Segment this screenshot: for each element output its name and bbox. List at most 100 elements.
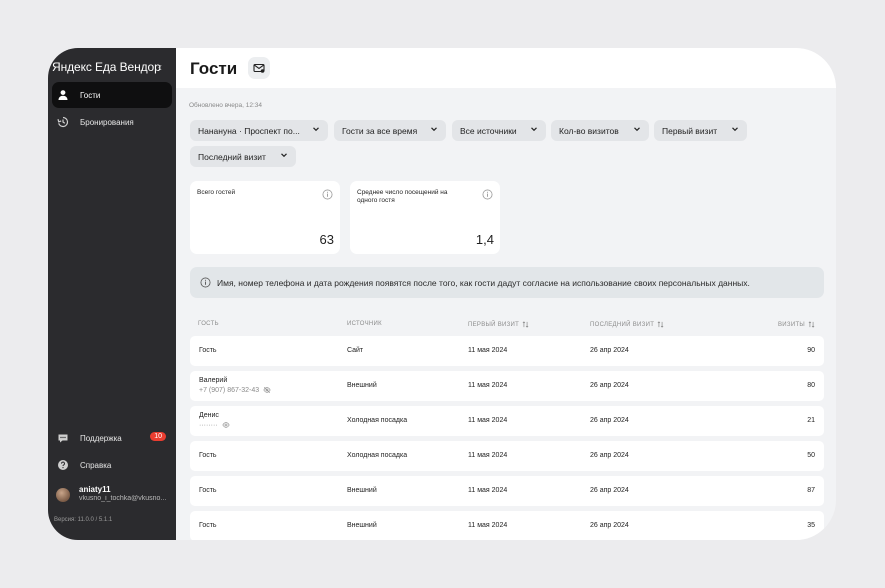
last-visit: 26 апр 2024 [590,522,629,529]
filter-first-visit[interactable]: Первый визит [654,120,747,141]
sidebar: Яндекс Еда Вендор ‹ Гости Бронирования П… [48,48,176,540]
privacy-notice: Имя, номер телефона и дата рождения появ… [190,267,824,298]
column-header-visits[interactable]: ВИЗИТЫ [778,321,815,328]
table-row[interactable]: Гость Внешний 11 мая 2024 26 апр 2024 87 [190,476,824,506]
visit-count: 35 [807,522,815,529]
user-profile[interactable]: aniaty11 vkusno_i_tochka@vkusno... [54,485,172,507]
last-visit: 26 апр 2024 [590,417,629,424]
last-visit: 26 апр 2024 [590,452,629,459]
visit-count: 87 [807,487,815,494]
column-header-last-visit[interactable]: ПОСЛЕДНИЙ ВИЗИТ [590,321,664,328]
column-header-guest: ГОСТЬ [198,321,219,327]
eye-icon[interactable] [222,421,230,429]
filter-label: Нанануна · Проспект по... [198,125,300,136]
last-visit: 26 апр 2024 [590,382,629,389]
chevron-left-icon[interactable]: ‹ [158,60,162,74]
filter-last-visit[interactable]: Последний визит [190,146,296,167]
filter-label: Все источники [460,125,517,136]
table-row[interactable]: Денис ········ Холодная посадка 11 мая 2… [190,406,824,436]
filter-label: Кол-во визитов [559,125,619,136]
info-icon[interactable] [482,189,493,200]
notice-text: Имя, номер телефона и дата рождения появ… [217,277,750,288]
stat-value: 63 [319,232,334,247]
phone-text: +7 (907) 867-32-43 [199,386,260,394]
filter-label: Гости за все время [342,125,418,136]
help-icon [56,458,70,472]
sort-icon [657,321,664,328]
column-header-first-visit[interactable]: ПЕРВЫЙ ВИЗИТ [468,321,529,328]
header-label: ИСТОЧНИК [347,321,382,327]
guest-name: Гость [199,347,217,354]
chevron-down-icon [313,127,319,132]
info-icon[interactable] [322,189,333,200]
notification-badge: 10 [150,432,166,441]
header-label: ПЕРВЫЙ ВИЗИТ [468,321,520,328]
last-visit: 26 апр 2024 [590,347,629,354]
table-row[interactable]: Гость Сайт 11 мая 2024 26 апр 2024 90 [190,336,824,366]
sidebar-item-label: Справка [80,460,112,470]
header-label: ГОСТЬ [198,321,219,327]
table-row[interactable]: Валерий +7 (907) 867-32-43 Внешний 11 ма… [190,371,824,401]
chevron-down-icon [732,127,738,132]
first-visit: 11 мая 2024 [468,487,508,494]
visit-count: 21 [807,417,815,424]
sidebar-item-label: Гости [80,90,101,100]
sidebar-item-label: Поддержка [80,433,122,443]
stat-value: 1,4 [475,232,494,247]
eye-off-icon[interactable] [263,386,271,394]
chevron-down-icon [281,153,287,158]
first-visit: 11 мая 2024 [468,382,508,389]
table-row[interactable]: Гость Холодная посадка 11 мая 2024 26 ап… [190,441,824,471]
guest-name: Гость [199,452,217,459]
person-icon [56,88,70,102]
guest-source: Внешний [347,522,377,529]
filter-source[interactable]: Все источники [452,120,546,141]
filter-label: Первый визит [662,125,718,136]
chevron-down-icon [531,127,537,132]
avatar [56,488,70,502]
stat-label: Всего гостей [197,189,236,196]
sidebar-item-bookings[interactable]: Бронирования [52,109,172,135]
guest-source: Холодная посадка [347,417,408,424]
first-visit: 11 мая 2024 [468,417,508,424]
phone-text: ········ [199,421,218,429]
mail-settings-button[interactable] [248,57,270,79]
first-visit: 11 мая 2024 [468,522,508,529]
sidebar-item-guests[interactable]: Гости [52,82,172,108]
brand-title: Яндекс Еда Вендор [52,60,161,74]
sidebar-item-support[interactable]: Поддержка 10 [52,425,172,451]
guest-name: Денис [199,412,219,419]
guest-name: Валерий [199,377,228,384]
guest-source: Внешний [347,382,377,389]
guest-phone-hidden: ········ [199,421,230,429]
visit-count: 90 [807,347,815,354]
sort-icon [808,321,815,328]
app-window: Яндекс Еда Вендор ‹ Гости Бронирования П… [48,48,836,540]
header-label: ВИЗИТЫ [778,321,806,328]
user-email: vkusno_i_tochka@vkusno... [79,495,167,502]
page-title: Гости [190,59,238,78]
chevron-down-icon [634,127,640,132]
stat-card-total-guests: Всего гостей 63 [190,181,340,254]
column-header-source: ИСТОЧНИК [347,321,382,327]
stat-card-avg-visits: Среднее число посещений на одного гостя … [350,181,500,254]
info-icon [200,277,211,288]
sidebar-item-help[interactable]: Справка [52,452,172,478]
chevron-down-icon [431,127,437,132]
first-visit: 11 мая 2024 [468,452,508,459]
page-header: Гости [176,48,836,88]
guest-name: Гость [199,522,217,529]
guest-name: Гость [199,487,217,494]
filter-period[interactable]: Гости за все время [334,120,446,141]
filter-visit-count[interactable]: Кол-во визитов [551,120,649,141]
filter-restaurant[interactable]: Нанануна · Проспект по... [190,120,328,141]
last-visit: 26 апр 2024 [590,487,629,494]
guest-source: Сайт [347,347,364,354]
guest-phone: +7 (907) 867-32-43 [199,386,271,394]
table-row[interactable]: Гость Внешний 11 мая 2024 26 апр 2024 35 [190,511,824,540]
filter-label: Последний визит [198,151,266,162]
header-label: ПОСЛЕДНИЙ ВИЗИТ [590,321,655,328]
user-name: aniaty11 [79,485,111,494]
updated-timestamp: Обновлено вчера, 12:34 [189,102,262,109]
visit-count: 50 [807,452,815,459]
